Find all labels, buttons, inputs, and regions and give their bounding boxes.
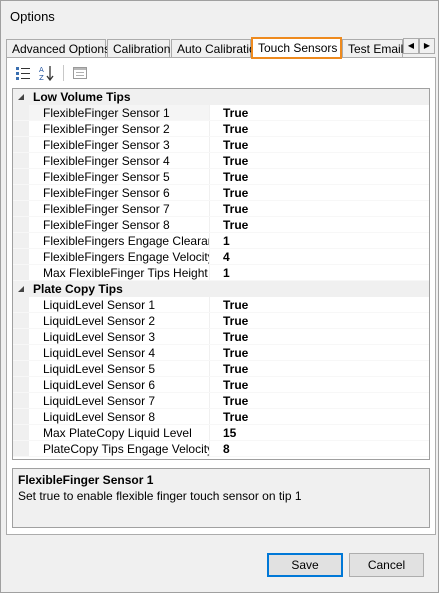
property-row[interactable]: LiquidLevel Sensor 7 True [13, 393, 429, 409]
property-name: FlexibleFinger Sensor 5 [29, 169, 210, 184]
property-value[interactable]: True [210, 345, 429, 360]
property-row[interactable]: PlateCopy Tips Engage Velocity 8 [13, 441, 429, 457]
svg-text:A: A [39, 66, 44, 74]
tab-strip: Advanced Options Calibration Auto Calibr… [6, 37, 436, 59]
save-button[interactable]: Save [267, 553, 343, 577]
category-label: Low Volume Tips [29, 89, 429, 105]
property-description-pane: FlexibleFinger Sensor 1 Set true to enab… [12, 468, 430, 528]
property-value[interactable]: True [210, 377, 429, 392]
toolbar-separator [63, 65, 64, 81]
property-row[interactable]: LiquidLevel Sensor 6 True [13, 377, 429, 393]
property-row[interactable]: FlexibleFingers Engage Velocity 4 [13, 249, 429, 265]
property-name: LiquidLevel Sensor 8 [29, 409, 210, 424]
categorized-button[interactable] [12, 63, 34, 83]
property-value[interactable]: True [210, 185, 429, 200]
property-row[interactable]: LiquidLevel Sensor 4 True [13, 345, 429, 361]
property-value[interactable]: 4 [210, 249, 429, 264]
arrow-right-icon: ▶ [423, 41, 431, 50]
tab-touch-sensors[interactable]: Touch Sensors [251, 37, 342, 59]
property-pages-button[interactable] [69, 63, 91, 83]
property-row[interactable]: LiquidLevel Sensor 1 True [13, 297, 429, 313]
category-label: Plate Copy Tips [29, 281, 429, 297]
property-grid: Low Volume Tips FlexibleFinger Sensor 1T… [12, 88, 430, 460]
property-value[interactable]: 8 [210, 441, 429, 456]
property-value[interactable]: True [210, 217, 429, 232]
tab-advanced-options[interactable]: Advanced Options [6, 39, 110, 58]
property-value[interactable]: True [210, 137, 429, 152]
options-dialog: Options Advanced Options Calibration Aut… [0, 0, 439, 593]
property-name: LiquidLevel Sensor 3 [29, 329, 210, 344]
property-name: LiquidLevel Sensor 6 [29, 377, 210, 392]
property-row[interactable]: FlexibleFingers Engage Clearance 1 [13, 233, 429, 249]
property-value[interactable]: True [210, 105, 429, 120]
property-row[interactable]: FlexibleFinger Sensor 6 True [13, 185, 429, 201]
property-name: FlexibleFinger Sensor 3 [29, 137, 210, 152]
property-row[interactable]: FlexibleFinger Sensor 4 True [13, 153, 429, 169]
property-name: LiquidLevel Sensor 2 [29, 313, 210, 328]
property-row[interactable]: Max FlexibleFinger Tips Height Dif 1 [13, 265, 429, 281]
property-row[interactable]: FlexibleFinger Sensor 7 True [13, 201, 429, 217]
description-text: Set true to enable flexible finger touch… [18, 489, 302, 503]
alphabetical-icon: A Z [39, 66, 54, 81]
tab-scroll-right-button[interactable]: ▶ [419, 38, 435, 54]
property-name: FlexibleFinger Sensor 2 [29, 121, 210, 136]
property-value[interactable]: True [210, 393, 429, 408]
category-row-low-volume-tips[interactable]: Low Volume Tips [13, 89, 429, 105]
property-name: LiquidLevel Sensor 1 [29, 297, 210, 312]
property-value[interactable]: True [210, 121, 429, 136]
property-name: PlateCopy Tips Engage Velocity [29, 441, 210, 456]
property-row[interactable]: FlexibleFinger Sensor 5 True [13, 169, 429, 185]
property-name: LiquidLevel Sensor 5 [29, 361, 210, 376]
property-row[interactable]: Max PlateCopy Liquid Level 15 [13, 425, 429, 441]
property-name: FlexibleFinger Sensor 4 [29, 153, 210, 168]
property-name: LiquidLevel Sensor 4 [29, 345, 210, 360]
tab-test-email[interactable]: Test Email [342, 39, 403, 58]
property-value[interactable]: True [210, 313, 429, 328]
property-grid-toolbar: A Z [12, 62, 91, 84]
categorized-icon [16, 67, 30, 80]
property-value[interactable]: True [210, 409, 429, 424]
property-value[interactable]: True [210, 153, 429, 168]
property-value[interactable]: 1 [210, 233, 429, 248]
window-title: Options [10, 9, 55, 24]
touch-sensors-panel: A Z Low Volume Tips FlexibleFinger Senso… [6, 57, 436, 535]
arrow-left-icon: ◀ [407, 41, 415, 50]
property-value[interactable]: True [210, 329, 429, 344]
description-title: FlexibleFinger Sensor 1 [18, 473, 154, 487]
property-pages-icon [73, 67, 87, 79]
tab-scroll-left-button[interactable]: ◀ [403, 38, 419, 54]
property-value[interactable]: 1 [210, 265, 429, 280]
category-row-plate-copy-tips[interactable]: Plate Copy Tips [13, 281, 429, 297]
alphabetical-button[interactable]: A Z [36, 63, 58, 83]
property-row[interactable]: FlexibleFinger Sensor 2 True [13, 121, 429, 137]
property-name: FlexibleFingers Engage Clearance [29, 233, 210, 248]
property-row[interactable]: LiquidLevel Sensor 2 True [13, 313, 429, 329]
property-row[interactable]: LiquidLevel Sensor 5 True [13, 361, 429, 377]
property-name: FlexibleFingers Engage Velocity [29, 249, 210, 264]
collapse-icon[interactable] [17, 93, 25, 101]
property-row[interactable]: LiquidLevel Sensor 3 True [13, 329, 429, 345]
cancel-button[interactable]: Cancel [349, 553, 424, 577]
property-value[interactable]: True [210, 361, 429, 376]
property-row[interactable]: FlexibleFinger Sensor 3 True [13, 137, 429, 153]
tab-auto-calibration[interactable]: Auto Calibration [171, 39, 262, 58]
property-value[interactable]: True [210, 201, 429, 216]
property-name: FlexibleFinger Sensor 8 [29, 217, 210, 232]
property-name: FlexibleFinger Sensor 7 [29, 201, 210, 216]
property-name: FlexibleFinger Sensor 6 [29, 185, 210, 200]
property-name: FlexibleFinger Sensor 1 [29, 105, 210, 120]
property-row[interactable]: FlexibleFinger Sensor 8 True [13, 217, 429, 233]
property-row[interactable]: LiquidLevel Sensor 8 True [13, 409, 429, 425]
property-value[interactable]: 15 [210, 425, 429, 440]
collapse-icon[interactable] [17, 285, 25, 293]
tab-calibration[interactable]: Calibration [107, 39, 170, 58]
property-name: LiquidLevel Sensor 7 [29, 393, 210, 408]
property-name: Max FlexibleFinger Tips Height Dif [29, 265, 210, 280]
property-value[interactable]: True [210, 169, 429, 184]
svg-text:Z: Z [39, 74, 44, 81]
property-name: Max PlateCopy Liquid Level [29, 425, 210, 440]
property-value[interactable]: True [210, 297, 429, 312]
property-row[interactable]: FlexibleFinger Sensor 1 True [13, 105, 429, 121]
